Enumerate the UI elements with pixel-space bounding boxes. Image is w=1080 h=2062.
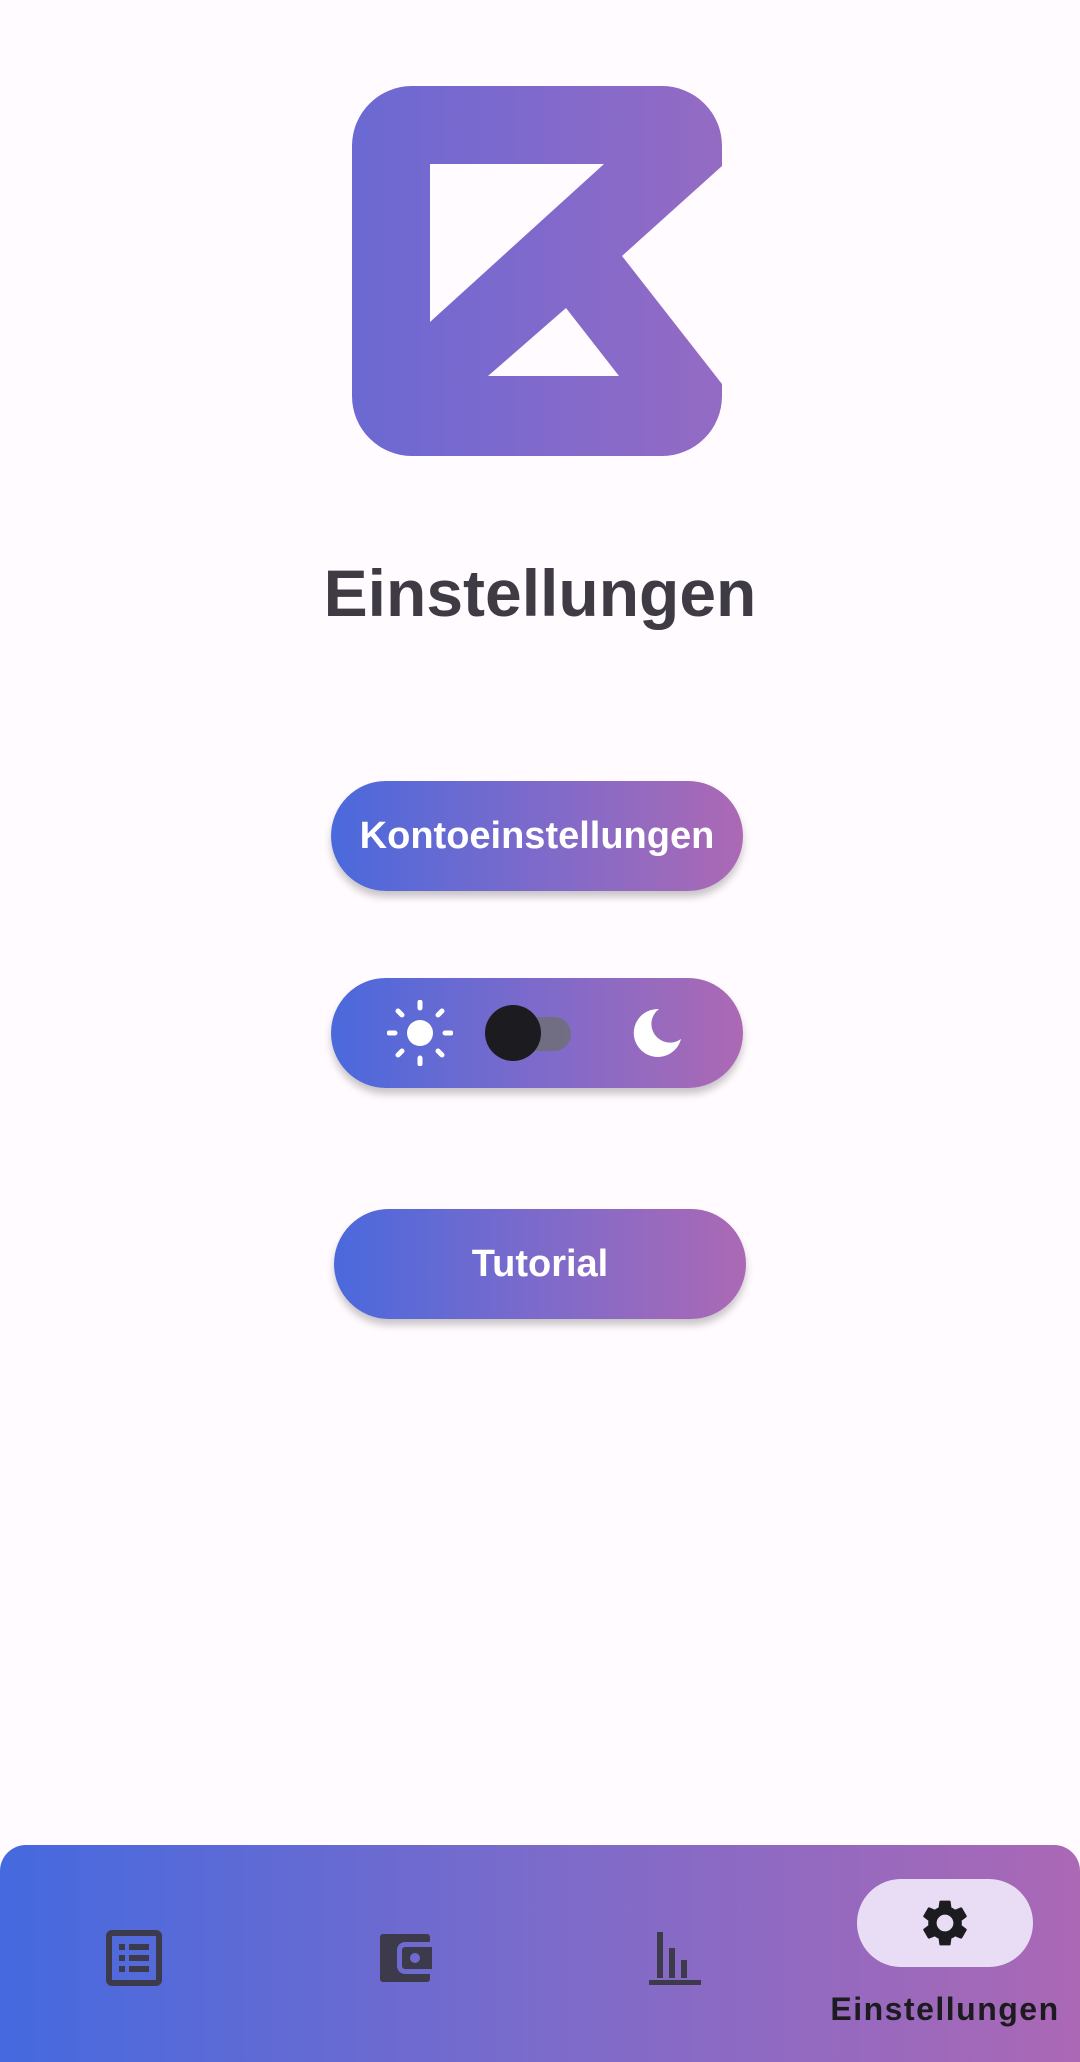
- sun-icon: [387, 1000, 453, 1066]
- bar-chart-icon: [649, 1932, 701, 1985]
- nav-item-statistics[interactable]: [575, 1845, 775, 2062]
- account-settings-button[interactable]: Kontoeinstellungen: [331, 781, 743, 891]
- list-icon: [106, 1930, 162, 1986]
- app-logo-icon: [352, 86, 722, 456]
- toggle-thumb: [485, 1005, 541, 1061]
- tutorial-button[interactable]: Tutorial: [334, 1209, 746, 1319]
- gear-icon: [923, 1900, 967, 1946]
- nav-item-wallet[interactable]: [305, 1845, 505, 2062]
- page-title: Einstellungen: [323, 556, 757, 630]
- wallet-icon: [380, 1934, 432, 1982]
- theme-toggle-container: [331, 978, 743, 1088]
- tutorial-label: Tutorial: [471, 1242, 609, 1285]
- dark-mode-toggle[interactable]: [485, 1005, 575, 1061]
- nav-settings-label: Einstellungen: [830, 1991, 1060, 2027]
- account-settings-label: Kontoeinstellungen: [359, 814, 715, 857]
- nav-item-transactions[interactable]: [34, 1845, 234, 2062]
- bottom-navigation-bar: Einstellungen: [0, 1845, 1080, 2062]
- nav-item-settings[interactable]: Einstellungen: [820, 1845, 1060, 2062]
- moon-icon: [633, 1008, 681, 1057]
- settings-screen: Einstellungen Kontoeinstellungen Tutoria…: [0, 0, 1080, 2062]
